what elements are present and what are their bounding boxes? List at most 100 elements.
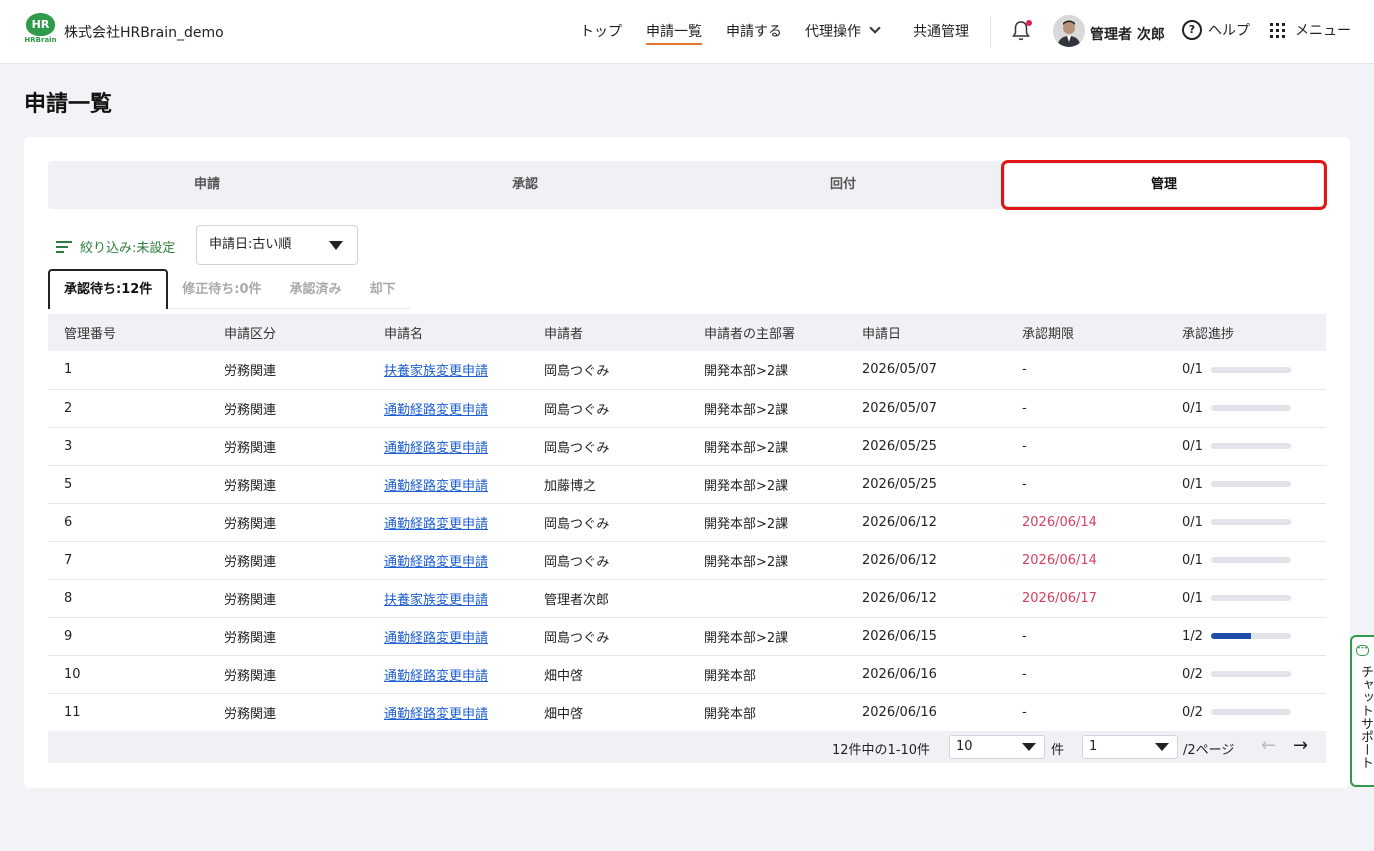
nav-common-management[interactable]: 共通管理 bbox=[913, 21, 969, 41]
cell-date: 2026/05/07 bbox=[846, 351, 1006, 390]
pagination-bar: 12件中の1-10件 10 件 1 /2ページ ← → bbox=[48, 731, 1326, 763]
sort-value: 申請日:古い順 bbox=[209, 237, 292, 252]
application-name-link[interactable]: 通勤経路変更申請 bbox=[384, 479, 488, 494]
cell-name: 扶養家族変更申請 bbox=[368, 579, 528, 618]
cell-name: 通勤経路変更申請 bbox=[368, 655, 528, 694]
caret-down-icon bbox=[1022, 743, 1036, 751]
application-name-link[interactable]: 通勤経路変更申請 bbox=[384, 707, 488, 722]
cell-deadline: - bbox=[1006, 655, 1166, 694]
chat-support-label: チャットサポート bbox=[1358, 665, 1373, 769]
application-name-link[interactable]: 通勤経路変更申請 bbox=[384, 669, 488, 684]
page-value: 1 bbox=[1089, 739, 1098, 754]
cell-number: 9 bbox=[48, 617, 208, 656]
tab-application[interactable]: 申請 bbox=[48, 161, 366, 209]
cell-category: 労務関連 bbox=[208, 579, 368, 618]
col-header-number[interactable]: 管理番号 bbox=[48, 314, 208, 351]
application-name-link[interactable]: 通勤経路変更申請 bbox=[384, 441, 488, 456]
cell-department: 開発本部>2課 bbox=[688, 427, 846, 466]
table-row[interactable]: 1 労務関連 扶養家族変更申請 岡島つぐみ 開発本部>2課 2026/05/07-0/1 bbox=[48, 351, 1326, 390]
cell-deadline: - bbox=[1006, 617, 1166, 656]
cell-progress: 0/1 bbox=[1166, 351, 1326, 390]
col-header-name[interactable]: 申請名 bbox=[368, 314, 528, 351]
table-row[interactable]: 2 労務関連 通勤経路変更申請 岡島つぐみ 開発本部>2課 2026/05/07-0/1 bbox=[48, 389, 1326, 428]
col-header-applicant[interactable]: 申請者 bbox=[528, 314, 688, 351]
tab-approval[interactable]: 承認 bbox=[366, 161, 684, 209]
nav-proxy-label: 代理操作 bbox=[805, 24, 861, 40]
grid-menu-icon bbox=[1270, 22, 1285, 38]
table-header-row: 管理番号 申請区分 申請名 申請者 申請者の主部署 申請日 承認期限 承認進捗 bbox=[48, 314, 1326, 351]
cell-date: 2026/06/15 bbox=[846, 617, 1006, 656]
user-name[interactable]: 管理者 次郎 bbox=[1090, 24, 1165, 44]
help-link[interactable]: ? ヘルプ bbox=[1182, 20, 1250, 40]
table-row[interactable]: 9 労務関連 通勤経路変更申請 岡島つぐみ 開発本部>2課 2026/06/15-1/2 bbox=[48, 617, 1326, 656]
progress-bar bbox=[1210, 595, 1291, 601]
progress-text: 0/1 bbox=[1182, 552, 1203, 568]
nav-application-list[interactable]: 申請一覧 bbox=[646, 21, 702, 45]
next-page-arrow-icon[interactable]: → bbox=[1293, 735, 1308, 756]
cell-department: 開発本部 bbox=[688, 693, 846, 732]
application-name-link[interactable]: 通勤経路変更申請 bbox=[384, 517, 488, 532]
caret-down-icon bbox=[1155, 743, 1169, 751]
cell-name: 通勤経路変更申請 bbox=[368, 389, 528, 428]
cell-progress: 0/2 bbox=[1166, 693, 1326, 732]
cell-number: 2 bbox=[48, 389, 208, 428]
notification-bell-icon[interactable] bbox=[1012, 20, 1032, 44]
sort-select[interactable]: 申請日:古い順 bbox=[196, 225, 358, 265]
nav-proxy-operation[interactable]: 代理操作 bbox=[805, 21, 881, 41]
cell-applicant: 岡島つぐみ bbox=[528, 351, 688, 390]
tab-circulation[interactable]: 回付 bbox=[684, 161, 1002, 209]
subtab-rejected[interactable]: 却下 bbox=[355, 271, 410, 309]
col-header-category[interactable]: 申請区分 bbox=[208, 314, 368, 351]
tab-management[interactable]: 管理 bbox=[1001, 160, 1327, 210]
cell-progress: 0/1 bbox=[1166, 579, 1326, 618]
cell-applicant: 加藤博之 bbox=[528, 465, 688, 504]
help-icon: ? bbox=[1182, 20, 1202, 40]
table-row[interactable]: 8 労務関連 扶養家族変更申請 管理者次郎 2026/06/12 2026/06/17 0/… bbox=[48, 579, 1326, 618]
cell-progress: 0/1 bbox=[1166, 503, 1326, 542]
progress-bar bbox=[1210, 557, 1291, 563]
notification-dot bbox=[1026, 20, 1032, 26]
menu-button[interactable]: メニュー bbox=[1270, 20, 1351, 40]
col-header-department[interactable]: 申請者の主部署 bbox=[688, 314, 846, 351]
cell-date: 2026/06/12 bbox=[846, 579, 1006, 618]
cell-number: 11 bbox=[48, 693, 208, 732]
application-name-link[interactable]: 扶養家族変更申請 bbox=[384, 593, 488, 608]
col-header-date[interactable]: 申請日 bbox=[846, 314, 1006, 351]
page-select[interactable]: 1 bbox=[1082, 735, 1178, 759]
pagination-summary: 12件中の1-10件 bbox=[831, 743, 930, 758]
filter-button[interactable]: 絞り込み:未設定 bbox=[56, 237, 175, 256]
cell-applicant: 岡島つぐみ bbox=[528, 427, 688, 466]
table-row[interactable]: 11 労務関連 通勤経路変更申請 畑中啓 開発本部 2026/06/16-0/2 bbox=[48, 693, 1326, 732]
per-page-select[interactable]: 10 bbox=[949, 735, 1045, 759]
nav-apply[interactable]: 申請する bbox=[726, 21, 782, 41]
nav-top[interactable]: トップ bbox=[580, 21, 622, 41]
table-row[interactable]: 7 労務関連 通勤経路変更申請 岡島つぐみ 開発本部>2課 2026/06/12 2026/… bbox=[48, 541, 1326, 580]
col-header-progress[interactable]: 承認進捗 bbox=[1166, 314, 1326, 351]
progress-text: 0/1 bbox=[1182, 476, 1203, 492]
table-row[interactable]: 5 労務関連 通勤経路変更申請 加藤博之 開発本部>2課 2026/05/25-0/1 bbox=[48, 465, 1326, 504]
progress-bar bbox=[1210, 709, 1291, 715]
table-row[interactable]: 10 労務関連 通勤経路変更申請 畑中啓 開発本部 2026/06/16-0/2 bbox=[48, 655, 1326, 694]
hrbrain-logo[interactable]: HR HRBrain bbox=[24, 13, 57, 47]
cell-applicant: 畑中啓 bbox=[528, 655, 688, 694]
chat-support-button[interactable]: ••• チャットサポート bbox=[1350, 635, 1374, 787]
filter-label: 絞り込み:未設定 bbox=[80, 241, 176, 256]
subtab-awaiting-revision[interactable]: 修正待ち:0件 bbox=[168, 271, 276, 309]
cell-number: 5 bbox=[48, 465, 208, 504]
cell-number: 3 bbox=[48, 427, 208, 466]
subtab-awaiting-approval[interactable]: 承認待ち:12件 bbox=[48, 269, 169, 309]
application-name-link[interactable]: 通勤経路変更申請 bbox=[384, 403, 488, 418]
subtab-approved[interactable]: 承認済み bbox=[275, 271, 356, 309]
chat-bubble-icon: ••• bbox=[1356, 645, 1369, 656]
progress-text: 0/2 bbox=[1182, 704, 1203, 720]
application-name-link[interactable]: 通勤経路変更申請 bbox=[384, 555, 488, 570]
table-row[interactable]: 6 労務関連 通勤経路変更申請 岡島つぐみ 開発本部>2課 2026/06/12 2026/… bbox=[48, 503, 1326, 542]
progress-text: 0/1 bbox=[1182, 400, 1203, 416]
col-header-deadline[interactable]: 承認期限 bbox=[1006, 314, 1166, 351]
application-name-link[interactable]: 通勤経路変更申請 bbox=[384, 631, 488, 646]
company-name: 株式会社HRBrain_demo bbox=[64, 25, 224, 41]
table-row[interactable]: 3 労務関連 通勤経路変更申請 岡島つぐみ 開発本部>2課 2026/05/25-0/1 bbox=[48, 427, 1326, 466]
application-name-link[interactable]: 扶養家族変更申請 bbox=[384, 364, 488, 379]
prev-page-arrow-icon[interactable]: ← bbox=[1261, 735, 1276, 756]
avatar[interactable] bbox=[1053, 15, 1085, 47]
